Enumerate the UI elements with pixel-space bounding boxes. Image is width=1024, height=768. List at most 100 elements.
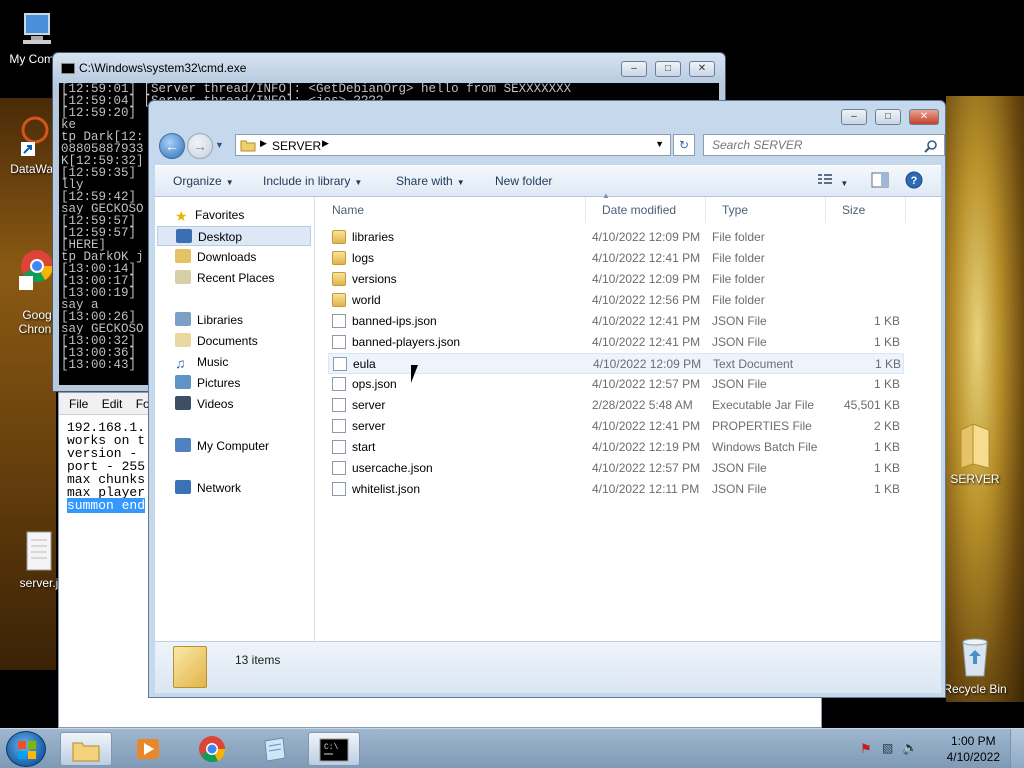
notepad-menu-file[interactable]: File bbox=[69, 397, 88, 411]
back-button[interactable]: ← bbox=[159, 133, 185, 159]
column-header-type[interactable]: Type bbox=[706, 197, 826, 223]
file-icon bbox=[332, 377, 346, 391]
details-pane: 13 items bbox=[155, 641, 941, 693]
cmd-icon bbox=[61, 63, 75, 74]
start-button[interactable] bbox=[6, 731, 46, 767]
search-box[interactable] bbox=[703, 134, 945, 156]
preview-pane-button[interactable] bbox=[871, 172, 889, 191]
nav-downloads[interactable]: Downloads bbox=[175, 247, 256, 267]
clock-date: 4/10/2022 bbox=[946, 750, 1000, 764]
preview-pane-icon bbox=[871, 172, 889, 188]
file-row[interactable]: libraries 4/10/2022 12:09 PM File folder bbox=[328, 227, 904, 248]
nav-pictures[interactable]: Pictures bbox=[175, 373, 240, 393]
libraries-icon bbox=[175, 312, 191, 326]
nav-videos[interactable]: Videos bbox=[175, 394, 233, 414]
refresh-button[interactable]: ↻ bbox=[673, 134, 695, 156]
nav-libraries[interactable]: Libraries bbox=[175, 310, 243, 330]
chevron-down-icon: ▼ bbox=[840, 179, 849, 188]
nav-my-computer[interactable]: My Computer bbox=[175, 436, 269, 456]
taskbar-chrome[interactable] bbox=[186, 732, 238, 766]
search-icon[interactable] bbox=[924, 139, 938, 153]
nav-favorites[interactable]: ★ Favorites bbox=[175, 205, 244, 225]
file-row[interactable]: logs 4/10/2022 12:41 PM File folder bbox=[328, 248, 904, 269]
help-button[interactable]: ? bbox=[905, 171, 923, 192]
command-prompt-icon: C:\ bbox=[319, 738, 349, 762]
maximize-button[interactable]: □ bbox=[875, 109, 901, 125]
file-row[interactable]: start 4/10/2022 12:19 PM Windows Batch Fil… bbox=[328, 437, 904, 458]
minimize-button[interactable]: – bbox=[841, 109, 867, 125]
close-button[interactable]: ✕ bbox=[689, 61, 715, 77]
desktop-icon-label: server.j bbox=[19, 576, 59, 590]
share-with-button[interactable]: Share with ▼ bbox=[396, 174, 465, 188]
help-icon: ? bbox=[905, 171, 923, 189]
nav-recent-places[interactable]: Recent Places bbox=[175, 268, 274, 288]
clock[interactable]: 1:00 PM 4/10/2022 bbox=[947, 733, 1000, 765]
include-in-library-button[interactable]: Include in library ▼ bbox=[263, 174, 362, 188]
file-icon bbox=[332, 398, 346, 412]
network-status-icon[interactable]: ▧ bbox=[882, 741, 893, 755]
show-desktop-button[interactable] bbox=[1010, 729, 1024, 768]
column-header-name[interactable]: Name bbox=[316, 197, 586, 223]
file-name: start bbox=[352, 440, 376, 454]
file-row[interactable]: versions 4/10/2022 12:09 PM File folder bbox=[328, 269, 904, 290]
breadcrumb-server[interactable]: SERVER bbox=[272, 139, 321, 153]
nav-documents[interactable]: Documents bbox=[175, 331, 258, 351]
nav-desktop[interactable]: Desktop bbox=[157, 226, 311, 246]
view-list-icon bbox=[818, 174, 832, 184]
desktop-icon-recycle-bin[interactable]: Recycle Bin bbox=[940, 632, 1010, 696]
taskbar-notepad[interactable] bbox=[248, 732, 300, 766]
explorer-titlebar[interactable]: – □ ✕ bbox=[149, 101, 945, 129]
maximize-button[interactable]: □ bbox=[655, 61, 681, 77]
star-icon: ★ bbox=[175, 208, 188, 224]
file-name: usercache.json bbox=[352, 461, 433, 475]
close-button[interactable]: ✕ bbox=[909, 109, 939, 125]
file-name: eula bbox=[353, 357, 376, 371]
file-type: File folder bbox=[712, 293, 765, 307]
notepad-menu-edit[interactable]: Edit bbox=[102, 397, 123, 411]
recent-pages-dropdown-icon[interactable]: ▼ bbox=[215, 140, 224, 150]
file-row[interactable]: server 2/28/2022 5:48 AM Executable Jar Fi… bbox=[328, 395, 904, 416]
cmd-title: C:\Windows\system32\cmd.exe bbox=[79, 61, 247, 75]
action-center-flag-icon[interactable]: ⚑ bbox=[860, 741, 872, 757]
file-type: Windows Batch File bbox=[712, 440, 818, 454]
file-row[interactable]: usercache.json 4/10/2022 12:57 PM JSON Fil… bbox=[328, 458, 904, 479]
minimize-button[interactable]: – bbox=[621, 61, 647, 77]
breadcrumb-arrow-icon[interactable]: ▶ bbox=[260, 138, 267, 149]
new-folder-button[interactable]: New folder bbox=[495, 174, 552, 188]
organize-button[interactable]: Organize ▼ bbox=[173, 174, 234, 188]
explorer-window[interactable]: – □ ✕ ← → ▼ ▶ SERVER ▶ ▼ ↻ Organize▼ Inc… bbox=[148, 100, 946, 698]
file-row[interactable]: banned-players.json 4/10/2022 12:41 PM JSO… bbox=[328, 332, 904, 353]
file-row[interactable]: server 4/10/2022 12:41 PM PROPERTIES File 2… bbox=[328, 416, 904, 437]
breadcrumb-arrow-icon[interactable]: ▶ bbox=[322, 138, 329, 149]
file-row[interactable]: whitelist.json 4/10/2022 12:11 PM JSON Fil… bbox=[328, 479, 904, 500]
desktop-icon bbox=[176, 229, 192, 243]
address-history-dropdown-icon[interactable]: ▼ bbox=[655, 139, 664, 149]
column-header-size[interactable]: Size bbox=[826, 197, 906, 223]
nav-network[interactable]: Network bbox=[175, 478, 241, 498]
nav-music[interactable]: ♫ Music bbox=[175, 352, 228, 372]
svg-text:?: ? bbox=[911, 175, 918, 187]
taskbar: C:\ ⚑ ▧ 🔈 1:00 PM 4/10/2022 bbox=[0, 728, 1024, 768]
search-input[interactable] bbox=[704, 135, 914, 155]
file-size: 1 KB bbox=[873, 335, 900, 349]
desktop-icon-server-folder[interactable]: SERVER bbox=[940, 420, 1010, 486]
forward-button[interactable]: → bbox=[187, 133, 213, 159]
computer-icon bbox=[23, 13, 51, 44]
address-bar[interactable]: ▶ SERVER ▶ ▼ bbox=[235, 134, 671, 156]
folder-icon bbox=[332, 230, 346, 244]
taskbar-cmd[interactable]: C:\ bbox=[308, 732, 360, 766]
file-row[interactable]: banned-ips.json 4/10/2022 12:41 PM JSON Fi… bbox=[328, 311, 904, 332]
file-row[interactable]: world 4/10/2022 12:56 PM File folder bbox=[328, 290, 904, 311]
taskbar-media-player[interactable] bbox=[122, 732, 174, 766]
nav-label: Videos bbox=[197, 397, 234, 411]
navigation-pane[interactable]: ★ Favorites Desktop Downloads Recent Plac… bbox=[155, 197, 315, 641]
taskbar-explorer[interactable] bbox=[60, 732, 112, 766]
file-list[interactable]: Name ▲ Date modified Type Size libraries… bbox=[316, 191, 941, 641]
cmd-titlebar[interactable]: C:\Windows\system32\cmd.exe – □ ✕ bbox=[53, 53, 725, 83]
column-header-date-modified[interactable]: Date modified bbox=[586, 197, 706, 223]
folder-icon bbox=[332, 251, 346, 265]
volume-icon[interactable]: 🔈 bbox=[902, 740, 918, 756]
file-type: JSON File bbox=[712, 335, 767, 349]
file-name: logs bbox=[352, 251, 375, 265]
view-options-button[interactable]: ▼ bbox=[817, 172, 848, 189]
